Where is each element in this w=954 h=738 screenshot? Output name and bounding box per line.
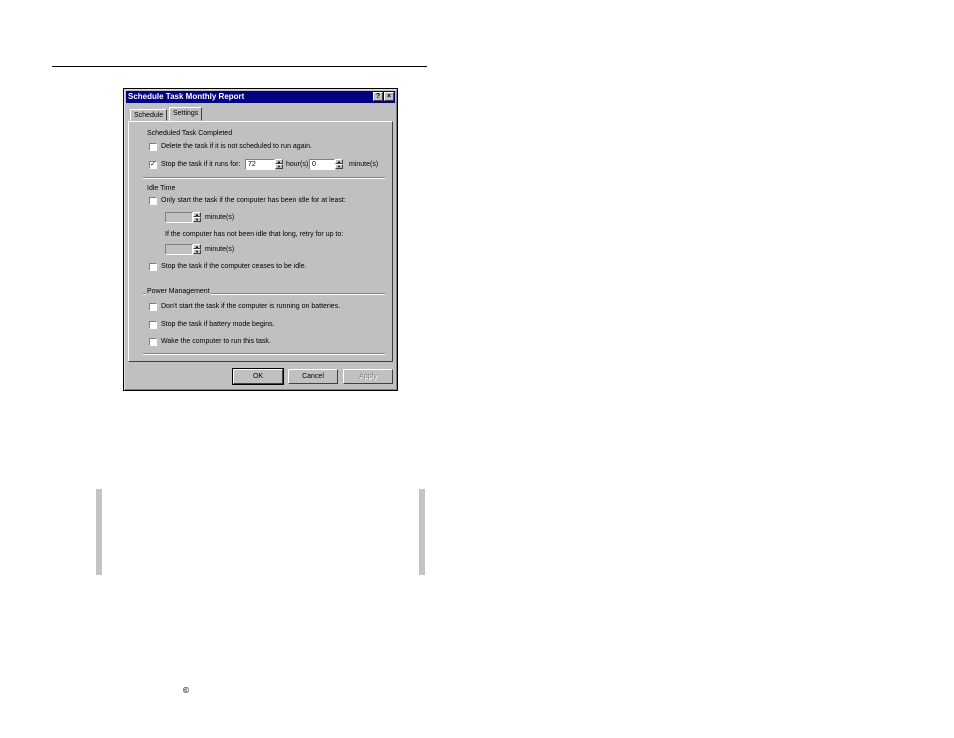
hours-spinner[interactable]: ▲ ▼ [275,159,283,170]
delete-task-label: Delete the task if it is not scheduled t… [161,143,312,150]
only-start-idle-checkbox[interactable] [149,197,157,205]
idle-minutes-input[interactable] [165,212,193,223]
minutes-input[interactable]: 0 [309,159,335,170]
page-rule [52,66,427,67]
ok-button[interactable]: OK [232,368,284,385]
spin-down-icon[interactable]: ▼ [193,217,201,222]
settings-panel: Scheduled Task Completed Delete the task… [128,121,393,362]
close-button[interactable]: × [384,92,394,101]
separator [143,177,385,179]
schedule-task-dialog: Schedule Task Monthly Report ? × Schedul… [123,88,398,391]
margin-bar-right [419,489,425,575]
minutes-label: minute(s) [349,161,379,168]
apply-button[interactable]: Apply [343,369,393,384]
minutes-spinner[interactable]: ▲ ▼ [335,159,343,170]
help-button[interactable]: ? [373,92,383,101]
stop-idle-checkbox[interactable] [149,263,157,271]
tab-settings[interactable]: Settings [169,107,203,121]
tab-schedule[interactable]: Schedule [130,109,168,121]
retry-label: If the computer has not been idle that l… [165,231,344,238]
copyright-symbol: © [183,686,189,695]
completed-heading: Scheduled Task Completed [146,130,234,137]
battery-mode-label: Stop the task if battery mode begins. [161,321,275,328]
hours-label: hour(s) [286,161,309,168]
spin-down-icon[interactable]: ▼ [335,164,343,169]
spin-down-icon[interactable]: ▼ [193,249,201,254]
title-bar[interactable]: Schedule Task Monthly Report ? × [126,91,395,103]
retry-minutes-input[interactable] [165,244,193,255]
window-title: Schedule Task Monthly Report [128,92,245,101]
idle-minutes-label: minute(s) [205,214,235,221]
idle-heading: Idle Time [146,185,177,192]
retry-minutes-spinner[interactable]: ▲ ▼ [193,244,201,255]
retry-minutes-label: minute(s) [205,246,235,253]
delete-task-checkbox[interactable] [149,143,157,151]
only-start-idle-label: Only start the task if the computer has … [161,197,346,204]
margin-bar-left [96,489,102,575]
checkmark-icon: ✓ [150,161,156,168]
batteries-label: Don't start the task if the computer is … [161,303,341,310]
separator [143,353,385,355]
idle-minutes-spinner[interactable]: ▲ ▼ [193,212,201,223]
cancel-button[interactable]: Cancel [288,369,338,384]
stop-task-checkbox[interactable]: ✓ [149,161,157,169]
stop-idle-label: Stop the task if the computer ceases to … [161,263,307,270]
hours-input[interactable]: 72 [245,159,275,170]
batteries-checkbox[interactable] [149,303,157,311]
spin-down-icon[interactable]: ▼ [275,164,283,169]
stop-task-label: Stop the task if it runs for: [161,161,241,168]
power-heading: Power Management [146,288,211,295]
wake-checkbox[interactable] [149,338,157,346]
wake-label: Wake the computer to run this task. [161,338,271,345]
battery-mode-checkbox[interactable] [149,321,157,329]
